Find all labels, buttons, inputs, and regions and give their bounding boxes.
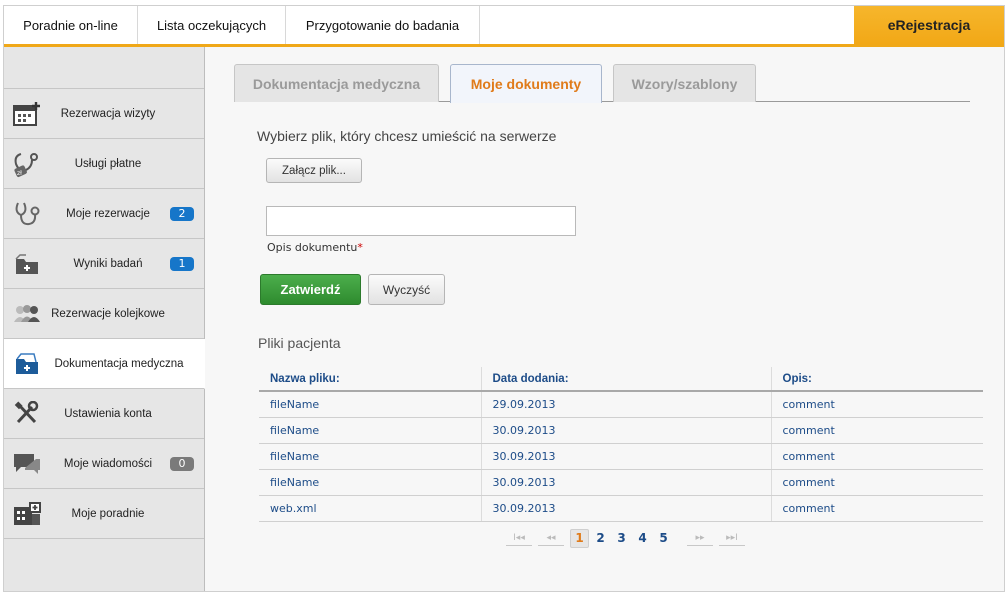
patient-files-table: Nazwa pliku: Data dodania: Opis: fileNam…	[259, 367, 983, 522]
upload-heading: Wybierz plik, który chcesz umieścić na s…	[257, 128, 557, 144]
sidebar-item-label: Wyniki badań	[73, 257, 143, 270]
file-date: 29.09.2013	[481, 391, 772, 418]
clear-button[interactable]: Wyczyść	[368, 274, 445, 305]
file-name-link[interactable]: web.xml	[259, 495, 482, 522]
table-row: fileName 29.09.2013 comment	[259, 391, 983, 418]
people-queue-icon	[12, 300, 42, 328]
document-tabs: Dokumentacja medyczna Moje dokumenty Wzo…	[234, 64, 970, 103]
top-navigation: Poradnie on-line Lista oczekujących Przy…	[4, 6, 1004, 47]
sidebar-item-label: Rezerwacja wizyty	[60, 107, 156, 120]
sidebar-item-wyniki-badan[interactable]: Wyniki badań 1	[4, 239, 204, 289]
pager-prev-button[interactable]: ◂◂	[538, 530, 564, 546]
file-name-link[interactable]: fileName	[259, 443, 482, 470]
sidebar-item-moje-wiadomosci[interactable]: Moje wiadomości 0	[4, 439, 204, 489]
messages-count-badge: 0	[170, 457, 194, 471]
results-count-badge: 1	[170, 257, 194, 271]
file-date: 30.09.2013	[481, 417, 772, 444]
tab-moje-dokumenty[interactable]: Moje dokumenty	[450, 64, 602, 103]
pager-page-4[interactable]: 4	[633, 529, 652, 548]
tools-icon	[12, 400, 42, 428]
submit-button[interactable]: Zatwierdź	[260, 274, 361, 305]
sidebar-item-label: Ustawienia konta	[64, 407, 152, 420]
description-label-text: Opis dokumentu	[267, 241, 358, 254]
pager-first-button[interactable]: I◂◂	[506, 530, 532, 546]
file-date: 30.09.2013	[481, 495, 772, 522]
chat-icon	[12, 450, 42, 478]
patient-files-heading: Pliki pacjenta	[258, 335, 341, 351]
table-row: fileName 30.09.2013 comment	[259, 443, 983, 470]
file-date: 30.09.2013	[481, 443, 772, 470]
table-row: web.xml 30.09.2013 comment	[259, 495, 983, 522]
column-header-date[interactable]: Data dodania:	[481, 367, 772, 392]
table-row: fileName 30.09.2013 comment	[259, 417, 983, 444]
file-description: comment	[771, 391, 983, 418]
attach-file-button[interactable]: Załącz plik...	[266, 158, 362, 183]
pagination: I◂◂ ◂◂ 1 2 3 4 5 ▸▸ ▸▸I	[506, 528, 751, 548]
paid-services-icon: zł	[12, 150, 42, 178]
sidebar-top-spacer	[4, 47, 204, 89]
main-content: Dokumentacja medyczna Moje dokumenty Wzo…	[206, 47, 1004, 591]
table-header-row: Nazwa pliku: Data dodania: Opis:	[259, 367, 983, 392]
stethoscope-icon	[12, 200, 42, 228]
sidebar-item-rezerwacja-wizyty[interactable]: Rezerwacja wizyty	[4, 89, 204, 139]
tab-wzory-szablony[interactable]: Wzory/szablony	[613, 64, 756, 102]
file-name-link[interactable]: fileName	[259, 417, 482, 444]
file-description: comment	[771, 443, 983, 470]
building-icon	[12, 500, 42, 528]
tab-dokumentacja-medyczna[interactable]: Dokumentacja medyczna	[234, 64, 439, 102]
brand-erejestracja[interactable]: eRejestracja	[854, 6, 1004, 44]
pager-page-1[interactable]: 1	[570, 528, 589, 548]
file-date: 30.09.2013	[481, 469, 772, 496]
nav-przygotowanie[interactable]: Przygotowanie do badania	[286, 6, 480, 44]
column-header-description[interactable]: Opis:	[771, 367, 983, 392]
sidebar-item-label: Moje rezerwacje	[66, 207, 150, 220]
column-header-filename[interactable]: Nazwa pliku:	[259, 367, 482, 392]
sidebar-item-moje-rezerwacje[interactable]: Moje rezerwacje 2	[4, 189, 204, 239]
sidebar-item-label: Moje poradnie	[71, 507, 145, 520]
pager-page-2[interactable]: 2	[591, 529, 610, 548]
sidebar-item-label: Rezerwacje kolejkowe	[51, 307, 165, 320]
sidebar: Rezerwacja wizyty zł Usługi płatne Moje …	[4, 47, 205, 591]
file-description: comment	[771, 417, 983, 444]
sidebar-item-label: Moje wiadomości	[63, 457, 153, 470]
pager-page-5[interactable]: 5	[654, 529, 673, 548]
sidebar-item-rezerwacje-kolejkowe[interactable]: Rezerwacje kolejkowe	[4, 289, 204, 339]
sidebar-item-label: Usługi płatne	[74, 157, 142, 170]
sidebar-item-dokumentacja-medyczna[interactable]: Dokumentacja medyczna	[4, 339, 205, 389]
sidebar-item-label: Dokumentacja medyczna	[54, 357, 184, 370]
nav-lista-oczekujacych[interactable]: Lista oczekujących	[138, 6, 286, 44]
file-description: comment	[771, 469, 983, 496]
required-mark: *	[357, 241, 363, 254]
sidebar-item-moje-poradnie[interactable]: Moje poradnie	[4, 489, 204, 539]
reservations-count-badge: 2	[170, 207, 194, 221]
table-row: fileName 30.09.2013 comment	[259, 469, 983, 496]
svg-text:zł: zł	[17, 170, 22, 177]
pager-page-3[interactable]: 3	[612, 529, 631, 548]
file-description: comment	[771, 495, 983, 522]
medical-folder-icon	[12, 350, 42, 378]
sidebar-item-ustawienia-konta[interactable]: Ustawienia konta	[4, 389, 204, 439]
nav-poradnie-online[interactable]: Poradnie on-line	[4, 6, 138, 44]
document-description-label: Opis dokumentu*	[267, 241, 363, 254]
results-folder-icon	[12, 250, 42, 278]
file-name-link[interactable]: fileName	[259, 469, 482, 496]
pager-last-button[interactable]: ▸▸I	[719, 530, 745, 546]
document-description-input[interactable]	[266, 206, 576, 236]
calendar-add-icon	[12, 100, 42, 128]
file-name-link[interactable]: fileName	[259, 391, 482, 418]
sidebar-item-uslugi-platne[interactable]: zł Usługi płatne	[4, 139, 204, 189]
app-frame: Poradnie on-line Lista oczekujących Przy…	[3, 5, 1005, 592]
pager-next-button[interactable]: ▸▸	[687, 530, 713, 546]
